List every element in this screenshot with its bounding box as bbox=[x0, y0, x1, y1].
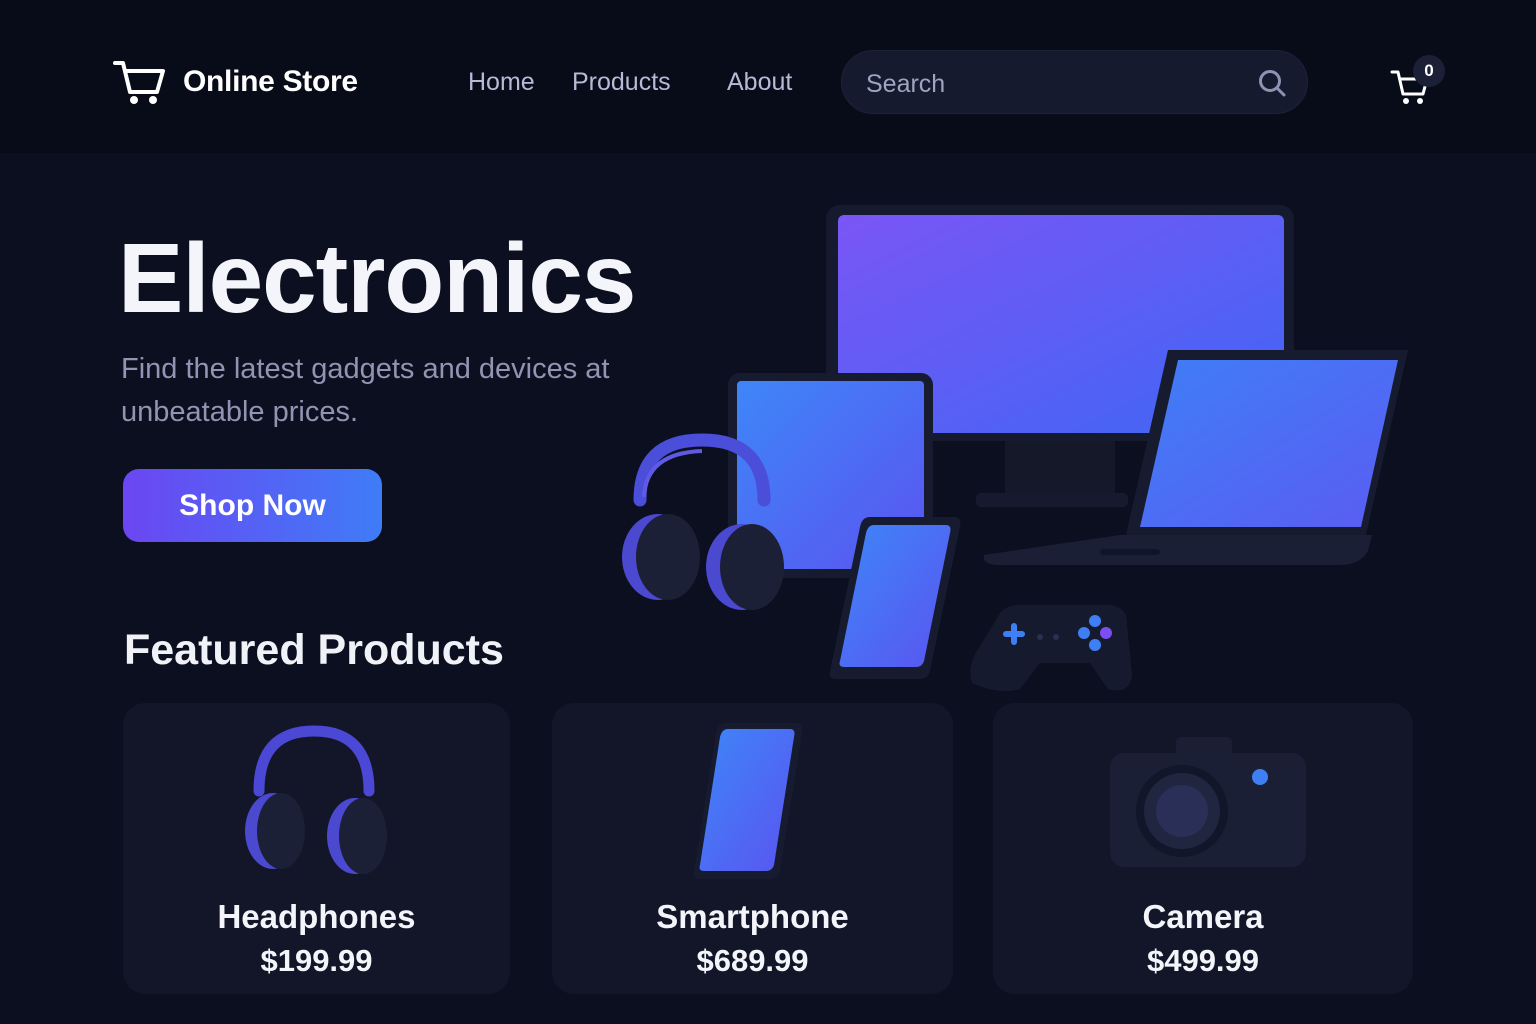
shopping-cart-icon bbox=[113, 61, 165, 104]
devices-illustration bbox=[622, 205, 1408, 691]
search-icon[interactable] bbox=[1257, 68, 1287, 98]
product-name: Headphones bbox=[217, 898, 416, 935]
camera-icon bbox=[1110, 737, 1306, 867]
gamepad-icon bbox=[970, 604, 1132, 691]
product-price: $689.99 bbox=[696, 943, 809, 978]
hero-subtitle: Find the latest gadgets and devices at u… bbox=[121, 353, 610, 428]
search-input[interactable] bbox=[864, 61, 1238, 107]
store-name: Online Store bbox=[183, 65, 358, 98]
logo[interactable]: Online Store bbox=[112, 58, 358, 106]
nav-products[interactable]: Products bbox=[572, 68, 671, 97]
product-name: Smartphone bbox=[656, 898, 849, 935]
product-price: $499.99 bbox=[1146, 943, 1260, 978]
product-name: Camera bbox=[1142, 898, 1264, 935]
hero-title: Electronics bbox=[118, 223, 636, 333]
nav-home[interactable]: Home bbox=[468, 68, 535, 97]
search-bar bbox=[841, 50, 1308, 114]
cart-count-badge: 0 bbox=[1413, 55, 1445, 87]
site-header: Online Store Home Products About 0 bbox=[0, 0, 1536, 153]
product-price: $199.99 bbox=[260, 943, 373, 978]
product-card-smartphone[interactable]: Smartphone $689.99 bbox=[552, 703, 953, 994]
smartphone-icon bbox=[693, 723, 803, 879]
product-card-camera[interactable]: Camera $499.99 bbox=[993, 703, 1413, 994]
shop-now-button[interactable]: Shop Now bbox=[123, 469, 382, 542]
nav-about[interactable]: About bbox=[727, 68, 792, 97]
product-card-headphones[interactable]: Headphones $199.99 bbox=[123, 703, 510, 994]
featured-products-title: Featured Products bbox=[124, 626, 504, 674]
headphones-icon bbox=[245, 725, 387, 874]
